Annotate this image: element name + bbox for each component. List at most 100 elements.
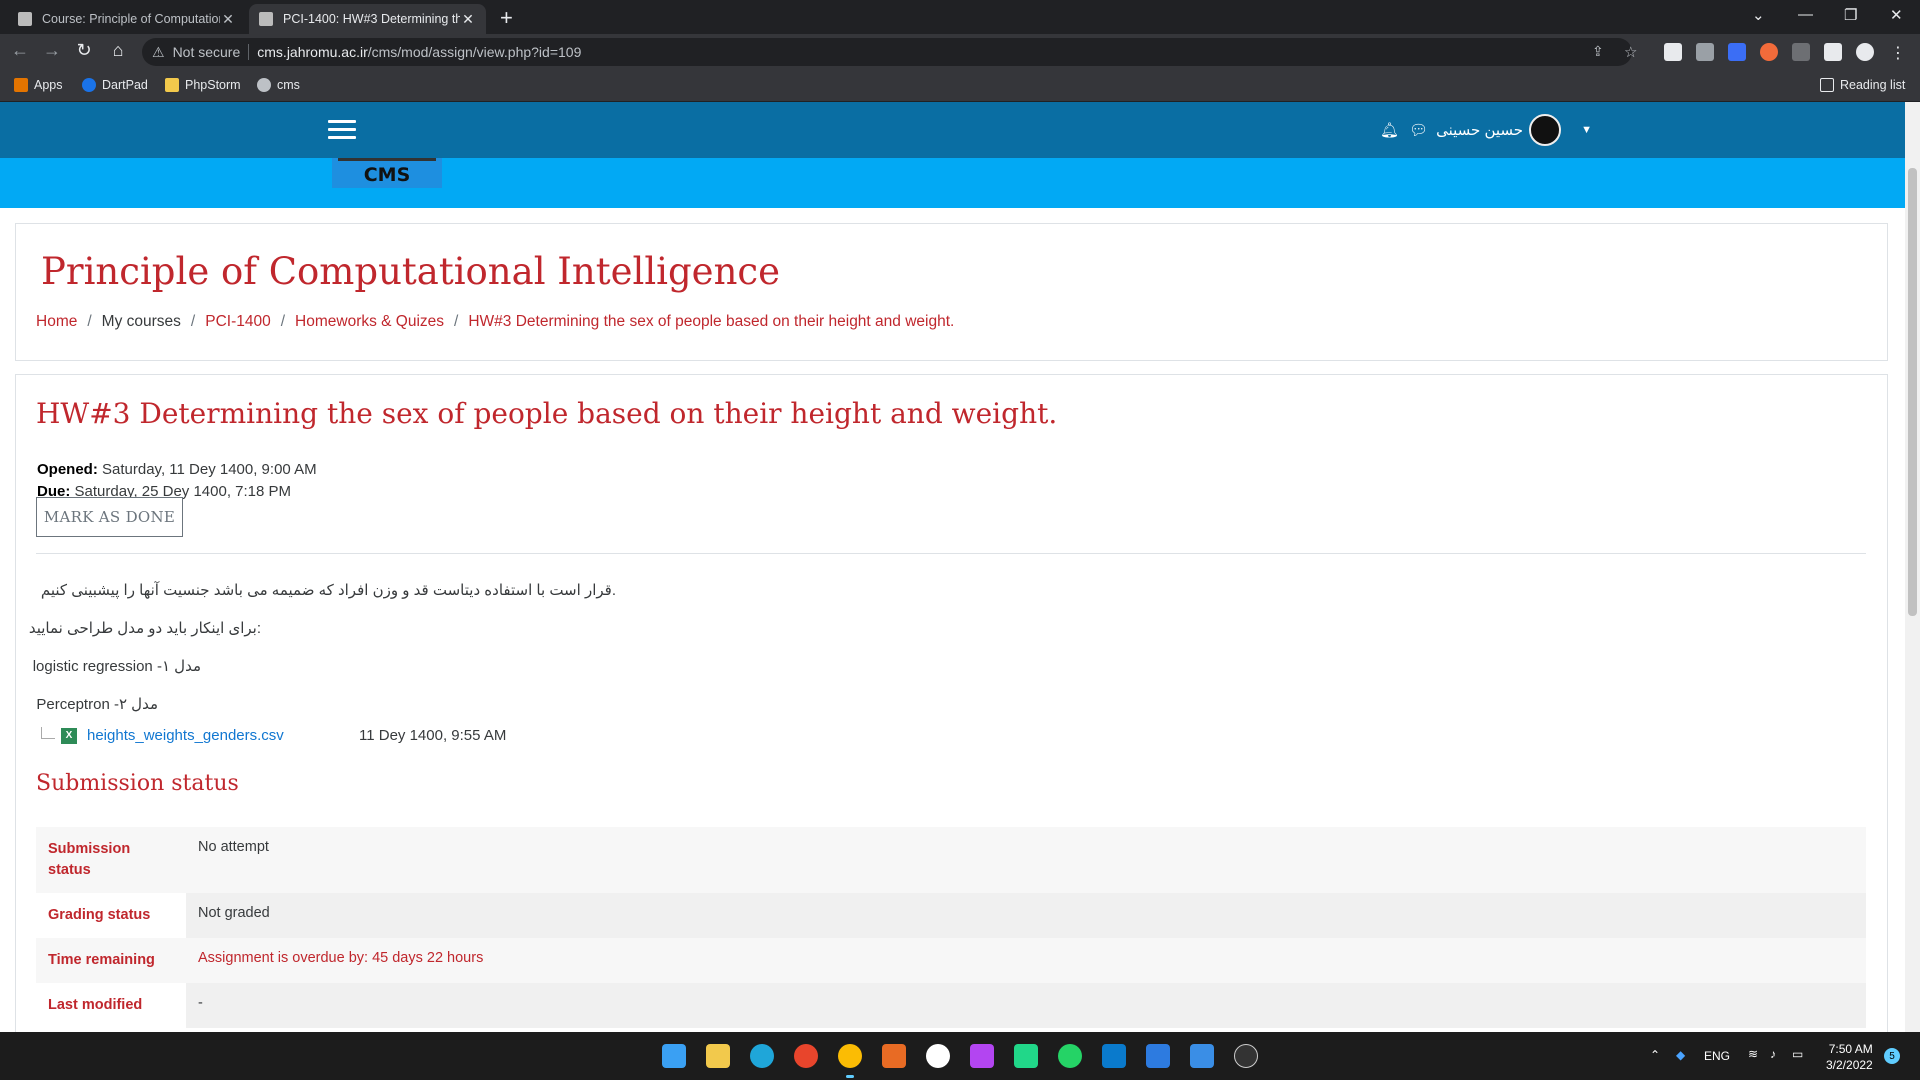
whatsapp-icon[interactable] xyxy=(1058,1044,1082,1068)
row-label: Time remaining xyxy=(36,938,186,983)
breadcrumb-home[interactable]: Home xyxy=(36,313,77,331)
chevron-down-icon[interactable]: ▼ xyxy=(1581,124,1592,136)
chrome-icon[interactable] xyxy=(838,1044,862,1078)
avatar[interactable] xyxy=(1529,114,1562,146)
language-indicator[interactable]: ENG xyxy=(1704,1049,1730,1063)
phpstorm-icon[interactable] xyxy=(970,1044,994,1068)
hamburger-menu-icon[interactable] xyxy=(328,120,356,140)
opened-value: Saturday, 11 Dey 1400, 9:00 AM xyxy=(102,461,317,478)
home-icon[interactable]: ⌂ xyxy=(106,40,130,61)
site-banner: CMS xyxy=(0,158,1905,208)
record-app-icon[interactable] xyxy=(794,1044,818,1068)
breadcrumb-my-courses: My courses xyxy=(101,313,181,330)
mark-as-done-button[interactable]: MARK AS DONE xyxy=(36,497,183,537)
profile-icon[interactable] xyxy=(1856,43,1874,61)
breadcrumb-assignment[interactable]: HW#3 Determining the sex of people based… xyxy=(468,313,954,331)
moodle-favicon-icon xyxy=(18,12,32,26)
chevron-up-icon[interactable]: ⌃ xyxy=(1650,1048,1660,1062)
breadcrumb-section[interactable]: Homeworks & Quizes xyxy=(295,313,444,331)
bookmark-dartpad[interactable]: DartPad xyxy=(82,78,148,92)
start-windows-icon[interactable] xyxy=(662,1044,686,1068)
extension-controller-icon[interactable] xyxy=(1792,43,1810,61)
table-row: Time remaining Assignment is overdue by:… xyxy=(36,938,1866,983)
tab-search-icon[interactable]: ⌄ xyxy=(1752,6,1765,24)
tab-title: PCI-1400: HW#3 Determining the xyxy=(283,12,460,26)
chat-bubble-icon[interactable]: 💬︎ xyxy=(1409,121,1428,139)
vscode-icon[interactable] xyxy=(1102,1044,1126,1068)
breadcrumb-separator: / xyxy=(190,313,196,330)
pycharm-icon[interactable] xyxy=(1014,1044,1038,1068)
back-icon[interactable]: ← xyxy=(8,40,32,61)
matlab-icon[interactable] xyxy=(882,1044,906,1068)
browser-tab-assignment[interactable]: PCI-1400: HW#3 Determining the ✕ xyxy=(249,4,486,34)
opened-label: Opened: xyxy=(37,461,98,478)
tree-connector xyxy=(41,726,55,739)
share-icon[interactable]: ⇪ xyxy=(1592,43,1610,61)
page-scrollbar[interactable] xyxy=(1905,102,1920,1032)
bookmark-star-icon[interactable]: ☆ xyxy=(1624,43,1642,61)
close-window-button[interactable]: ✕ xyxy=(1890,6,1903,24)
notification-badge[interactable]: 5 xyxy=(1884,1048,1900,1064)
divider xyxy=(36,553,1866,554)
extension-grey-icon[interactable] xyxy=(1696,43,1714,61)
breadcrumb-course[interactable]: PCI-1400 xyxy=(205,313,270,331)
row-label: Last modified xyxy=(48,997,143,1013)
extension-orange-icon[interactable] xyxy=(1760,43,1778,61)
clock-time: 7:50 AM xyxy=(1828,1042,1873,1056)
attachment-link[interactable]: heights_weights_genders.csv xyxy=(87,727,359,744)
breadcrumb-separator: / xyxy=(280,313,286,330)
site-logo[interactable]: CMS xyxy=(332,158,442,188)
opened-date: Opened: Saturday, 11 Dey 1400, 9:00 AM xyxy=(37,461,317,478)
row-value: No attempt xyxy=(186,827,1866,893)
row-label: Grading status xyxy=(48,907,151,923)
bookmark-apps[interactable]: Apps xyxy=(14,78,63,92)
address-bar[interactable]: ⚠ Not secure cms.jahromu.ac.ir /cms/mod/… xyxy=(142,38,1632,66)
page-header-card: Principle of Computational Intelligence … xyxy=(15,223,1888,361)
close-tab-icon[interactable]: ✕ xyxy=(220,11,236,28)
reload-icon[interactable]: ↻ xyxy=(72,40,96,61)
close-tab-icon[interactable]: ✕ xyxy=(460,11,476,28)
new-tab-button[interactable]: + xyxy=(500,5,513,31)
user-menu[interactable]: 🔔︎ 💬︎ حسین حسینی ▼ xyxy=(1380,114,1592,146)
restore-button[interactable]: ❐ xyxy=(1844,6,1857,24)
table-row: Submission status No attempt xyxy=(36,827,1866,893)
system-clock[interactable]: 7:50 AM 3/2/2022 xyxy=(1826,1041,1873,1073)
extension-blue-icon[interactable] xyxy=(1728,43,1746,61)
attachment-row: X heights_weights_genders.csv 11 Dey 140… xyxy=(41,726,506,744)
breadcrumb-separator: / xyxy=(454,313,459,330)
bookmark-phpstorm[interactable]: PhpStorm xyxy=(165,78,241,92)
wifi-icon[interactable]: ≋ xyxy=(1748,1047,1758,1061)
dartpad-icon xyxy=(82,78,96,92)
breadcrumb-separator: / xyxy=(87,313,92,330)
bookmark-label: DartPad xyxy=(102,78,148,92)
file-explorer-icon[interactable] xyxy=(706,1044,730,1068)
spreadsheet-icon: X xyxy=(61,727,77,744)
browser-tab-course[interactable]: Course: Principle of Computation ✕ xyxy=(8,4,246,34)
extension-w-icon[interactable] xyxy=(1664,43,1682,61)
description-line: مدل ۲- Perceptron xyxy=(36,696,158,713)
url-host: cms.jahromu.ac.ir xyxy=(257,44,368,60)
tab-title: Course: Principle of Computation xyxy=(42,12,220,26)
wallet-app-icon[interactable] xyxy=(926,1044,950,1068)
browser-tab-bar: Course: Principle of Computation ✕ PCI-1… xyxy=(0,0,1920,34)
browser-toolbar: ← → ↻ ⌂ ⚠ Not secure cms.jahromu.ac.ir /… xyxy=(0,34,1920,70)
todo-app-icon[interactable] xyxy=(1146,1044,1170,1068)
mail-icon[interactable] xyxy=(1190,1044,1214,1068)
bell-icon[interactable]: 🔔︎ xyxy=(1380,121,1399,139)
shield-icon[interactable]: ◆ xyxy=(1676,1048,1685,1062)
battery-icon[interactable]: ▭ xyxy=(1792,1047,1803,1061)
description-line: مدل ۱- logistic regression xyxy=(32,658,201,675)
logo-text: CMS xyxy=(363,164,411,186)
bookmarks-bar: Apps DartPad PhpStorm cms Reading list xyxy=(0,70,1920,102)
speaker-icon[interactable]: ♪ xyxy=(1770,1047,1776,1061)
extensions-puzzle-icon[interactable] xyxy=(1824,43,1842,61)
reading-list-button[interactable]: Reading list xyxy=(1820,78,1905,92)
minimize-button[interactable]: — xyxy=(1798,6,1813,23)
scrollbar-thumb[interactable] xyxy=(1908,168,1917,616)
forward-icon[interactable]: → xyxy=(40,40,64,61)
bookmark-cms[interactable]: cms xyxy=(257,78,300,92)
wordpress-icon[interactable] xyxy=(1234,1044,1258,1068)
edge-icon[interactable] xyxy=(750,1044,774,1068)
menu-kebab-icon[interactable]: ⋮ xyxy=(1890,43,1906,62)
assignment-title: HW#3 Determining the sex of people based… xyxy=(36,397,1058,430)
